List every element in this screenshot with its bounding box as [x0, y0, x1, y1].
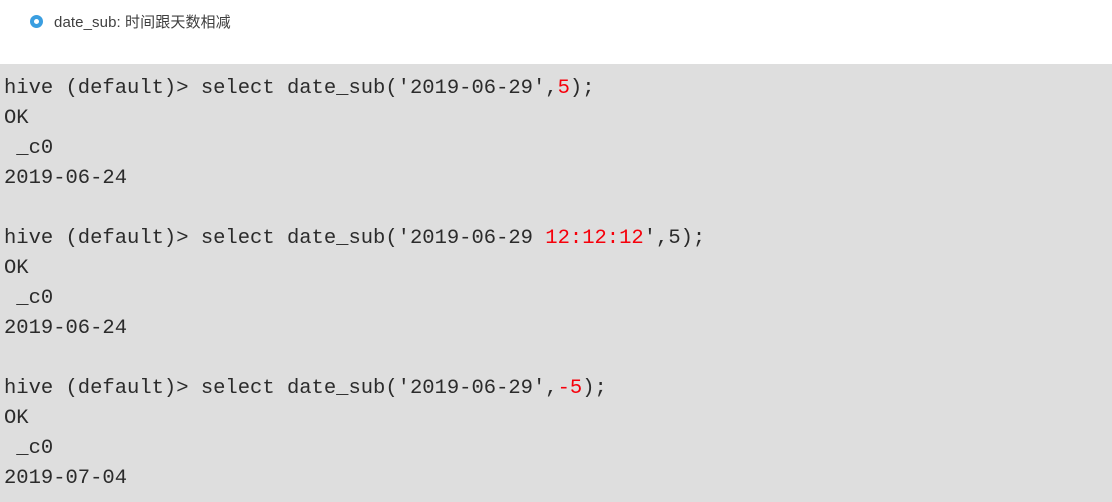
note-label: date_sub: 时间跟天数相减 [54, 13, 231, 31]
command-suffix: ',5); [643, 227, 706, 250]
command-highlight: -5 [557, 377, 583, 400]
terminal-result-line: 2019-06-24 [4, 167, 128, 190]
terminal-code-block[interactable]: hive (default)> select date_sub('2019-06… [0, 64, 1112, 502]
terminal-status-line: OK [4, 107, 29, 130]
command-prefix: hive (default)> select date_sub('2019-06… [4, 377, 558, 400]
terminal-column-header: _c0 [4, 287, 54, 310]
command-suffix: ); [569, 77, 595, 100]
command-highlight: 12:12:12 [545, 227, 644, 250]
blue-ring-bullet-icon [30, 14, 43, 28]
terminal-result-line: 2019-06-24 [4, 317, 128, 340]
command-highlight: 5 [557, 77, 570, 100]
terminal-result-line: 2019-07-04 [4, 467, 128, 490]
terminal-command-line: hive (default)> select date_sub('2019-06… [4, 74, 1112, 104]
terminal-status-line: OK [4, 407, 29, 430]
terminal-command-line: hive (default)> select date_sub('2019-06… [4, 374, 1112, 404]
terminal-status-line: OK [4, 257, 29, 280]
note-list-item: date_sub: 时间跟天数相减 [30, 10, 231, 32]
terminal-column-header: _c0 [4, 137, 54, 160]
command-prefix: hive (default)> select date_sub('2019-06… [4, 227, 546, 250]
terminal-column-header: _c0 [4, 437, 54, 460]
terminal-command-line: hive (default)> select date_sub('2019-06… [4, 224, 1112, 254]
command-prefix: hive (default)> select date_sub('2019-06… [4, 77, 558, 100]
note-header: date_sub: 时间跟天数相减 [0, 0, 1112, 64]
command-suffix: ); [582, 377, 607, 400]
